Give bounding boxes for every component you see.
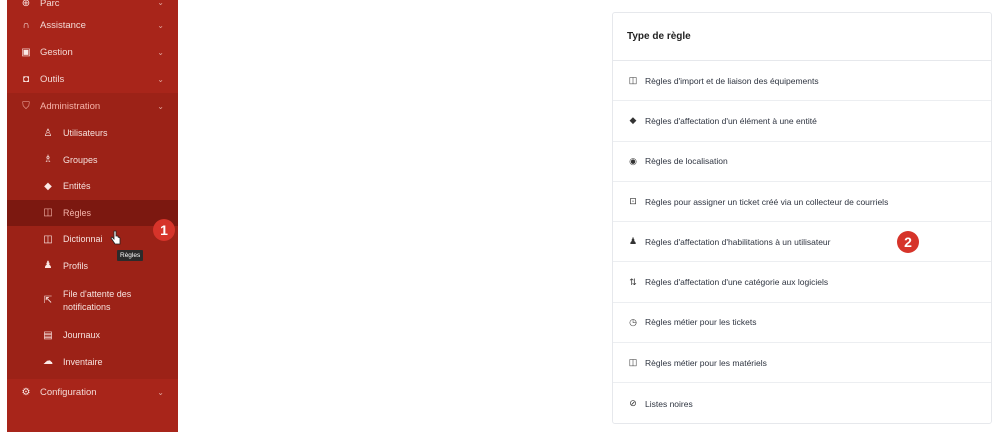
rule-link-assets[interactable]: ◫ Règles métier pour les matériels xyxy=(613,343,991,384)
step-badge-1: 1 xyxy=(153,219,175,241)
sidebar-section-label: Gestion xyxy=(40,47,73,58)
sidebar-item-label: Groupes xyxy=(63,154,98,165)
rule-label: Règles métier pour les matériels xyxy=(645,357,767,368)
rule-link-tickets[interactable]: ◷ Règles métier pour les tickets xyxy=(613,303,991,344)
news-icon: ▤ xyxy=(43,329,53,341)
book-icon: ◫ xyxy=(43,207,53,219)
sidebar-section-label: Parc xyxy=(40,0,60,9)
rule-label: Règles pour assigner un ticket créé via … xyxy=(645,196,889,207)
sidebar-item-notifications-queue[interactable]: ⇱ File d'attente des notifications xyxy=(7,279,178,322)
sidebar-item-utilisateurs[interactable]: ♙ Utilisateurs xyxy=(7,120,178,147)
stack-icon: ◆ xyxy=(629,115,637,126)
administration-submenu: ♙ Utilisateurs ♗ Groupes ◆ Entités ◫ Règ… xyxy=(7,120,178,379)
box-icon: ⊕ xyxy=(21,0,31,9)
sort-icon: ⇅ xyxy=(629,276,637,287)
sidebar-item-journaux[interactable]: ▤ Journaux xyxy=(7,322,178,349)
stack-icon: ◆ xyxy=(44,180,52,192)
rule-link-blacklists[interactable]: ⊘ Listes noires xyxy=(613,383,991,423)
rule-label: Règles d'affectation d'un élément à une … xyxy=(645,115,817,126)
rule-link-software-category[interactable]: ⇅ Règles d'affectation d'une catégorie a… xyxy=(613,262,991,303)
sidebar-section-administration[interactable]: ⛉ Administration ⌄ xyxy=(7,93,178,120)
chevron-down-icon: ⌄ xyxy=(157,388,164,397)
book-icon: ◫ xyxy=(628,357,638,368)
user-check-icon: ♟ xyxy=(43,260,53,272)
book-icon: ◫ xyxy=(43,233,53,245)
chevron-down-icon: ⌄ xyxy=(157,48,164,57)
settings-icon: ⚙ xyxy=(21,387,31,398)
sidebar-section-label: Assistance xyxy=(40,20,86,31)
sidebar-item-regles[interactable]: ◫ Règles xyxy=(7,199,178,226)
sidebar-item-profils[interactable]: ♟ Profils xyxy=(7,253,178,280)
sidebar-section-configuration[interactable]: ⚙ Configuration ⌄ xyxy=(7,379,178,406)
book-icon: ◫ xyxy=(628,75,638,86)
user-icon: ♙ xyxy=(43,127,53,139)
sidebar-section-assistance[interactable]: ∩ Assistance ⌄ xyxy=(7,12,178,39)
chevron-down-icon: ⌄ xyxy=(157,75,164,84)
sidebar-item-inventaire[interactable]: ☁ Inventaire xyxy=(7,349,178,376)
sidebar: ⊕ Parc ⌄ ∩ Assistance ⌄ ▣ Gestion ⌄ ◘ Ou… xyxy=(7,0,178,432)
sidebar-item-label: Entités xyxy=(63,181,91,192)
share-icon: ⇱ xyxy=(43,295,53,306)
rule-link-location[interactable]: ◉ Règles de localisation xyxy=(613,142,991,182)
location-icon: ◉ xyxy=(629,155,637,166)
sidebar-item-label: Règles xyxy=(63,207,92,218)
ban-icon: ⊘ xyxy=(629,398,637,409)
hand-cursor-icon xyxy=(110,230,121,245)
rule-label: Règles métier pour les tickets xyxy=(645,317,757,328)
user-check-icon: ♟ xyxy=(628,236,638,247)
sidebar-item-label: Journaux xyxy=(63,330,101,341)
rule-link-import[interactable]: ◫ Règles d'import et de liaison des équi… xyxy=(613,61,991,102)
sidebar-section-label: Configuration xyxy=(40,387,97,398)
sidebar-section-outils[interactable]: ◘ Outils ⌄ xyxy=(7,66,178,93)
chevron-down-icon: ⌄ xyxy=(157,21,164,30)
users-icon: ♗ xyxy=(43,154,53,166)
sidebar-item-entites[interactable]: ◆ Entités xyxy=(7,173,178,200)
sidebar-section-parc[interactable]: ⊕ Parc ⌄ xyxy=(7,0,178,12)
wallet-icon: ▣ xyxy=(21,47,31,58)
cloud-icon: ☁ xyxy=(43,356,53,368)
rule-label: Règles d'import et de liaison des équipe… xyxy=(645,75,819,86)
clock-icon: ◷ xyxy=(629,316,637,327)
chevron-down-icon: ⌄ xyxy=(157,0,164,7)
rule-label: Listes noires xyxy=(645,398,693,409)
rule-label: Règles d'affectation d'habilitations à u… xyxy=(645,236,831,247)
sidebar-item-label: Utilisateurs xyxy=(63,128,108,139)
shield-icon: ⛉ xyxy=(22,101,30,112)
sidebar-item-groupes[interactable]: ♗ Groupes xyxy=(7,147,178,174)
chevron-down-icon: ⌄ xyxy=(157,102,164,111)
sidebar-item-label: File d'attente des notifications xyxy=(63,288,132,312)
sidebar-section-label: Outils xyxy=(40,74,65,85)
rule-link-mailcollector[interactable]: ⊡ Règles pour assigner un ticket créé vi… xyxy=(613,182,991,223)
rule-type-panel: Type de règle ◫ Règles d'import et de li… xyxy=(612,12,992,424)
sidebar-item-label: Profils xyxy=(63,260,89,271)
briefcase-icon: ◘ xyxy=(22,74,30,85)
sidebar-item-label: Inventaire xyxy=(63,356,103,367)
rule-label: Règles de localisation xyxy=(645,156,728,167)
sidebar-section-label: Administration xyxy=(40,101,101,112)
step-badge-2: 2 xyxy=(897,231,919,253)
sidebar-item-label: Dictionnai xyxy=(63,234,103,245)
regles-tooltip: Règles xyxy=(117,250,144,261)
rule-link-rights[interactable]: ♟ Règles d'affectation d'habilitations à… xyxy=(613,222,991,263)
inbox-icon: ⊡ xyxy=(629,196,637,207)
panel-title: Type de règle xyxy=(613,13,991,61)
rule-link-entity[interactable]: ◆ Règles d'affectation d'un élément à un… xyxy=(613,101,991,142)
headset-icon: ∩ xyxy=(22,20,30,31)
sidebar-section-gestion[interactable]: ▣ Gestion ⌄ xyxy=(7,39,178,66)
rule-label: Règles d'affectation d'une catégorie aux… xyxy=(645,277,829,288)
